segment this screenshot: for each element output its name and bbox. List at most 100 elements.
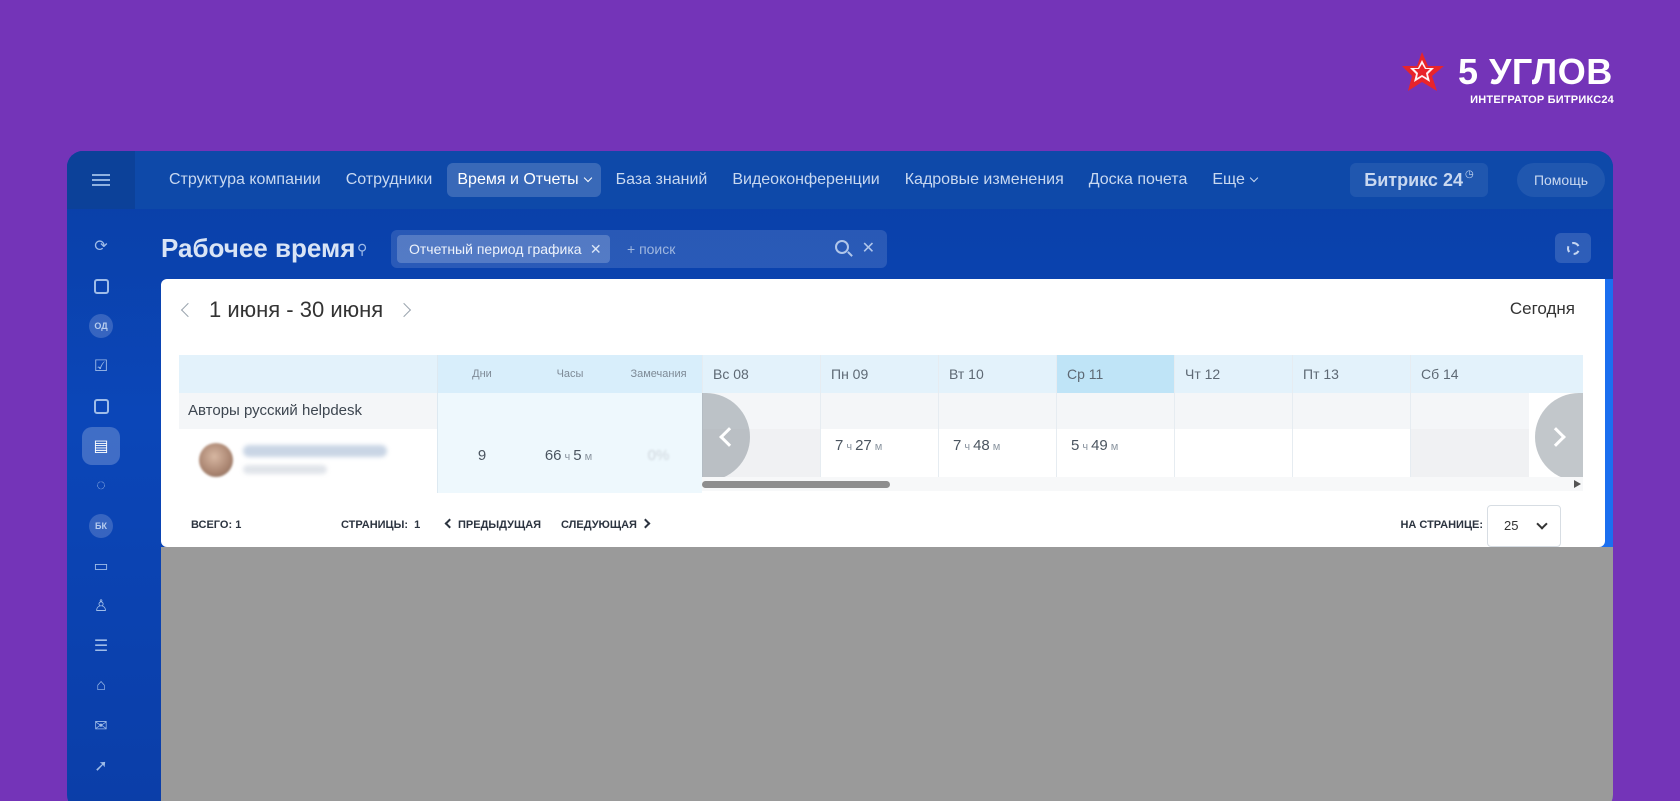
hours-value: 7	[835, 437, 844, 454]
bitrix24-logo[interactable]: Битрикс 24 ◷	[1350, 163, 1488, 197]
bitrix-window: Структура компании Сотрудники Время и От…	[67, 151, 1613, 801]
chevron-right-icon[interactable]	[397, 302, 412, 318]
od-badge-text: ОД	[89, 314, 113, 338]
prev-label: ПРЕДЫДУЩАЯ	[458, 519, 542, 531]
nav-label: Еще	[1212, 171, 1245, 188]
clock-icon: ◷	[1464, 168, 1474, 180]
day-header: Ср 11	[1057, 355, 1175, 393]
filter-icon[interactable]: ☰	[82, 627, 120, 665]
chevron-right-icon	[640, 518, 651, 529]
employee-hours: 66 ч 5 м	[526, 429, 614, 483]
hours-unit: ч	[964, 441, 971, 453]
minutes-value: 49	[1091, 437, 1108, 454]
scroll-right-arrow-icon[interactable]	[1574, 480, 1581, 488]
chat-icon[interactable]: ◌	[82, 467, 120, 505]
settings-button[interactable]	[1555, 233, 1591, 263]
hours-unit: ч	[564, 451, 571, 463]
document-shape	[93, 278, 109, 294]
horizontal-scrollbar[interactable]	[702, 477, 1583, 491]
star-logo-icon	[1402, 52, 1444, 91]
filter-chip[interactable]: Отчетный период графика ✕	[397, 235, 610, 263]
filter-search-box[interactable]: Отчетный период графика ✕ + поиск ✕	[391, 230, 887, 268]
per-page-value: 25	[1504, 518, 1519, 533]
nav-item-more[interactable]: Еще	[1202, 163, 1267, 197]
group-row: Авторы русский helpdesk	[179, 393, 437, 429]
bk-badge-icon[interactable]: БК	[82, 507, 120, 545]
help-button[interactable]: Помощь	[1517, 163, 1605, 197]
top-nav: Структура компании Сотрудники Время и От…	[159, 163, 1272, 197]
search-icon[interactable]	[835, 240, 849, 254]
brand-subtitle: ИНТЕГРАТОР БИТРИКС24	[1470, 94, 1614, 106]
left-sidebar: ⟳ ОД ☑ ▤ ◌ БК ▭ ♙ ☰ ⌂ ✉ ➚	[67, 209, 135, 801]
pagination-footer: ВСЕГО: 1 СТРАНИЦЫ: 1 ПРЕДЫДУЩАЯ СЛЕДУЮЩА…	[161, 505, 1605, 547]
total-count: ВСЕГО: 1	[191, 505, 241, 545]
mail-icon[interactable]: ✉	[82, 707, 120, 745]
pages-count: СТРАНИЦЫ: 1	[341, 505, 420, 545]
prev-page-link[interactable]: ПРЕДЫДУЩАЯ	[441, 505, 541, 545]
chevron-left-icon	[719, 427, 739, 447]
rocket-icon[interactable]: ➚	[82, 747, 120, 785]
day-cell[interactable]	[1411, 429, 1529, 477]
brand-logo: 5 УГЛОВ ИНТЕГРАТОР БИТРИКС24	[1402, 50, 1614, 106]
robot-icon[interactable]: ⌂	[82, 667, 120, 705]
hours-unit: ч	[1082, 441, 1089, 453]
nav-label: Кадровые изменения	[904, 171, 1064, 188]
overlay-area	[161, 547, 1613, 801]
page-title: Рабочее время	[161, 233, 356, 263]
nav-label: Сотрудники	[345, 171, 433, 188]
nav-label: Видеоконференции	[732, 171, 880, 188]
today-button[interactable]: Сегодня	[1510, 299, 1575, 319]
day-cell[interactable]: 7 ч 48 м	[953, 429, 1003, 459]
day-header: Сб 14	[1421, 366, 1459, 382]
minutes-unit: м	[1110, 441, 1119, 453]
filter-chip-label: Отчетный период графика	[409, 241, 582, 257]
worktime-report-card: 1 июня - 30 июня Сегодня Авторы русский …	[161, 279, 1605, 547]
day-column: Пт 13	[1292, 355, 1411, 477]
employee-days: 9	[477, 447, 487, 464]
chevron-right-icon	[1546, 427, 1566, 447]
document-icon[interactable]	[82, 267, 120, 305]
employee-name-blurred[interactable]	[243, 445, 387, 457]
avatar[interactable]	[199, 443, 233, 477]
nav-item-employees[interactable]: Сотрудники	[336, 163, 443, 197]
day-cell[interactable]: 7 ч 27 м	[835, 429, 885, 459]
calendar-icon[interactable]	[82, 387, 120, 425]
chevron-left-icon[interactable]	[180, 302, 196, 318]
search-input[interactable]: + поиск	[627, 230, 675, 268]
scrollbar-thumb[interactable]	[702, 481, 890, 488]
day-cell[interactable]: 5 ч 49 м	[1071, 429, 1121, 459]
nav-label: Доска почета	[1088, 171, 1188, 188]
tasks-icon[interactable]: ☑	[82, 347, 120, 385]
nav-item-video-conferences[interactable]: Видеоконференции	[722, 163, 889, 197]
users-icon[interactable]: ♙	[82, 587, 120, 625]
nav-item-structure[interactable]: Структура компании	[159, 163, 331, 197]
nav-item-honor-board[interactable]: Доска почета	[1079, 163, 1198, 197]
od-badge-icon[interactable]: ОД	[82, 307, 120, 345]
nav-item-knowledge-base[interactable]: База знаний	[606, 163, 718, 197]
sync-icon[interactable]: ⟳	[82, 227, 120, 265]
next-label: СЛЕДУЮЩАЯ	[561, 519, 637, 531]
minutes-value: 27	[855, 437, 872, 454]
hours-value: 66	[544, 447, 562, 464]
time-reports-icon[interactable]: ▤	[82, 427, 120, 465]
nav-item-time-reports[interactable]: Время и Отчеты	[447, 163, 601, 197]
inbox-icon[interactable]: ▭	[82, 547, 120, 585]
day-column: Пн 09 7 ч 27 м	[820, 355, 939, 477]
pin-icon[interactable]: ⚲	[357, 241, 373, 257]
clear-icon[interactable]: ✕	[862, 230, 875, 268]
date-range: 1 июня - 30 июня	[209, 297, 384, 322]
close-icon[interactable]: ✕	[590, 235, 602, 263]
next-page-link[interactable]: СЛЕДУЮЩАЯ	[561, 505, 654, 545]
total-label: ВСЕГО:	[191, 519, 233, 531]
employee-notes: 0%	[647, 447, 670, 464]
menu-button[interactable]	[67, 151, 135, 209]
day-group-cell	[939, 393, 1057, 429]
hours-unit: ч	[846, 441, 853, 453]
nav-item-hr-changes[interactable]: Кадровые изменения	[895, 163, 1074, 197]
per-page-select[interactable]: 25	[1487, 505, 1561, 547]
minutes-unit: м	[874, 441, 883, 453]
total-value: 1	[235, 519, 242, 531]
day-header: Пн 09	[831, 366, 869, 382]
minutes-unit: м	[584, 451, 593, 463]
bk-badge-text: БК	[89, 514, 113, 538]
